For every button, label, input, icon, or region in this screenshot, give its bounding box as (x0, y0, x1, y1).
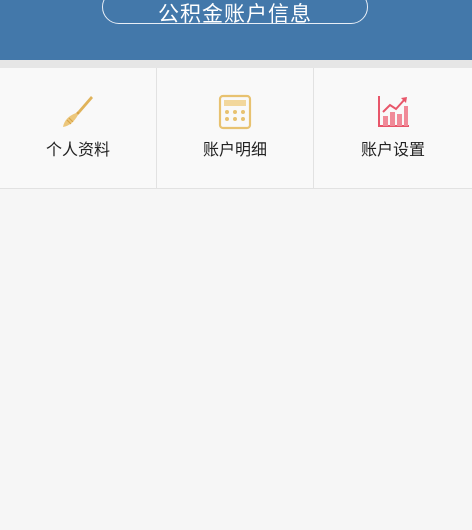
menu-item-personal-info[interactable]: 个人资料 (0, 68, 157, 188)
menu-item-account-settings[interactable]: 账户设置 (314, 68, 472, 188)
calculator-icon (215, 92, 255, 132)
menu-grid: 个人资料 账户明细 账户设置 (0, 68, 472, 189)
bar-chart-icon (373, 92, 413, 132)
menu-item-label: 账户设置 (360, 140, 425, 159)
content-area (0, 189, 472, 530)
page-title: 公积金账户信息 (158, 2, 312, 26)
menu-item-account-details[interactable]: 账户明细 (157, 68, 314, 188)
menu-item-label: 个人资料 (45, 140, 110, 159)
header-bar: 公积金账户信息 (0, 0, 472, 60)
brush-icon (58, 92, 98, 132)
header-divider (0, 60, 472, 68)
menu-item-label: 账户明细 (202, 140, 267, 159)
